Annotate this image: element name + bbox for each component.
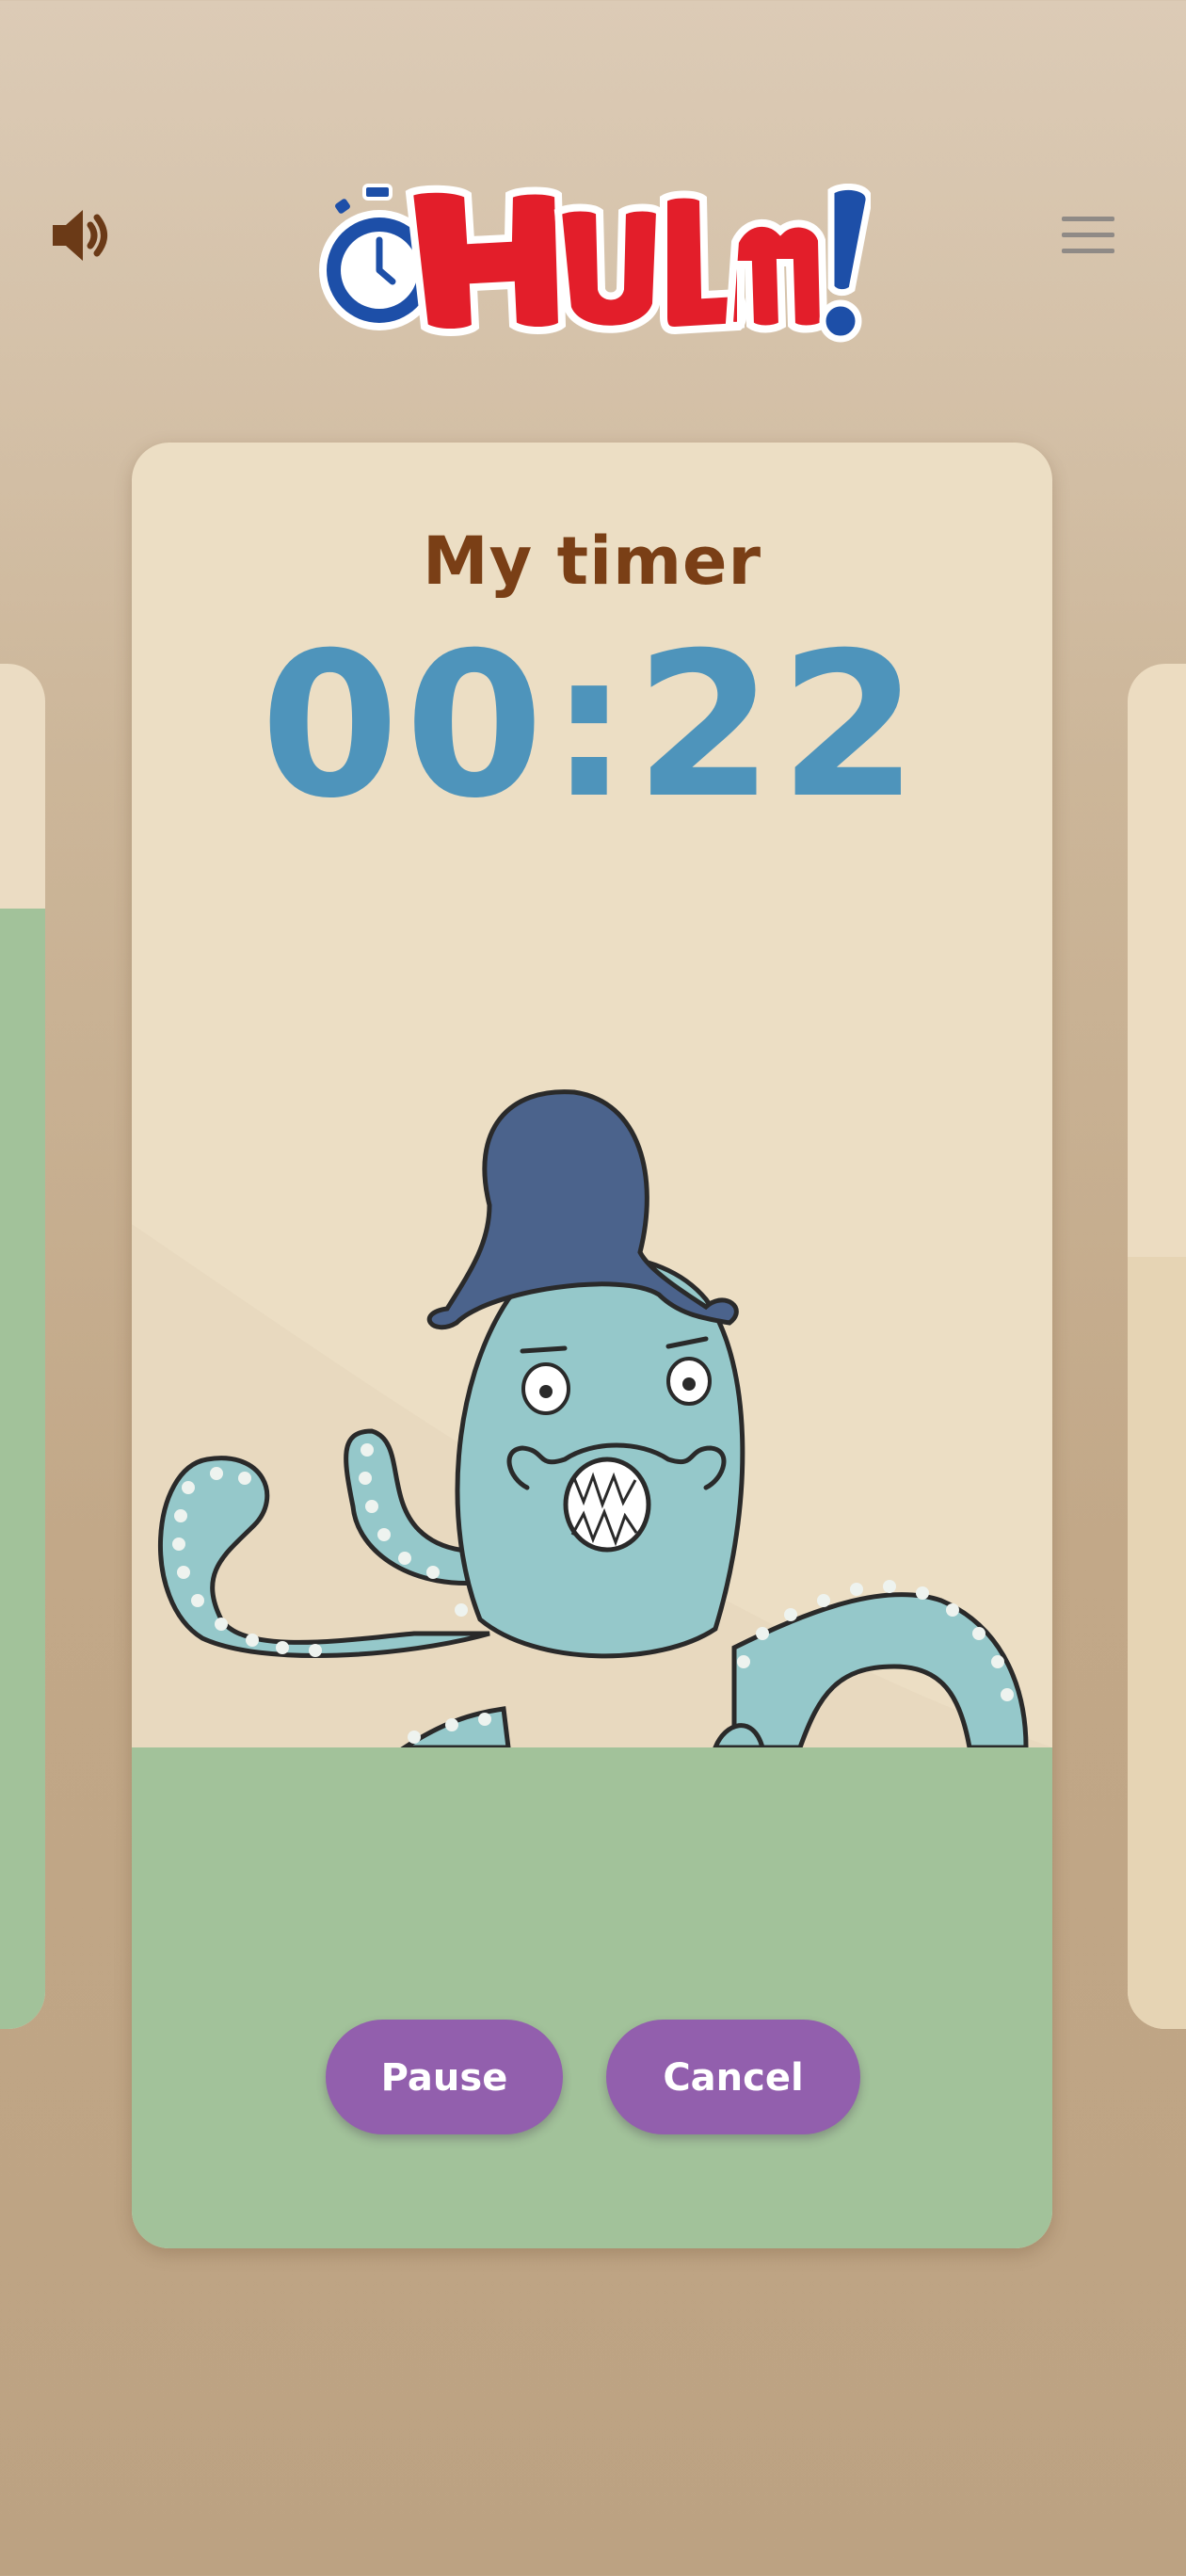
menu-button[interactable] <box>1054 207 1122 264</box>
next-timer-card[interactable] <box>1128 664 1186 2029</box>
timer-countdown: 00:22 <box>260 609 924 842</box>
exclamation-mark <box>819 183 873 343</box>
previous-timer-card[interactable] <box>0 664 45 2029</box>
sound-button[interactable] <box>47 202 113 268</box>
timer-title: My timer <box>422 523 762 600</box>
speaker-icon <box>53 210 107 261</box>
pause-button[interactable]: Pause <box>326 2020 563 2134</box>
app-logo <box>315 183 873 348</box>
cancel-button[interactable]: Cancel <box>606 2020 860 2134</box>
ground-strip <box>132 1747 1052 2248</box>
previous-card-ground <box>0 909 45 2029</box>
next-card-shading <box>1128 1257 1186 2029</box>
timer-card: My timer 00:22 Pause Cancel <box>132 443 1052 2248</box>
logo-letters <box>405 185 828 336</box>
hamburger-menu-icon <box>1062 217 1114 253</box>
top-bar <box>0 141 1186 358</box>
